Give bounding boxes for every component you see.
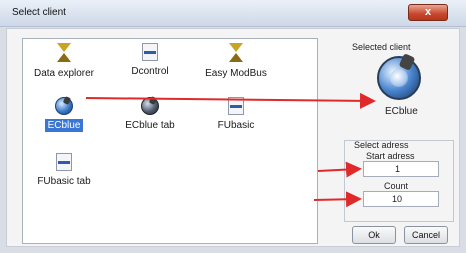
sandclock-icon [55,43,73,63]
panel-icon [56,153,72,171]
sandclock-icon [227,43,245,63]
client-label: Easy ModBus [205,68,267,79]
selected-client-heading: Selected client [352,42,411,52]
title-bar[interactable]: Select client x [0,0,466,27]
client-item-data-explorer[interactable]: Data explorer [21,43,107,80]
panel-icon [228,97,244,115]
dialog-title: Select client [12,7,66,18]
ecblue-tab-icon [141,96,159,115]
ok-button[interactable]: Ok [352,226,396,244]
client-label-selected: ECblue [44,119,84,132]
close-button[interactable]: x [408,4,448,21]
client-item-fubasic[interactable]: FUbasic [193,97,279,132]
start-adress-input[interactable]: 1 [363,161,439,177]
client-label: Dcontrol [131,66,169,77]
client-label: ECblue tab [125,120,175,131]
count-input[interactable]: 10 [363,191,439,207]
cancel-button[interactable]: Cancel [404,226,448,244]
client-item-ecblue[interactable]: ECblue [21,96,107,132]
ecblue-icon [55,96,73,115]
client-item-fubasic-tab[interactable]: FUbasic tab [21,153,107,188]
ecblue-large-icon [377,53,421,100]
client-label: FUbasic [217,120,255,131]
select-client-dialog: Select client x Data explorer Dcontrol E… [0,0,466,253]
client-label: Data explorer [33,68,95,79]
client-list[interactable]: Data explorer Dcontrol Easy ModBus ECblu… [22,38,318,244]
select-adress-heading: Select adress [354,140,409,150]
client-item-dcontrol[interactable]: Dcontrol [107,43,193,78]
panel-icon [142,43,158,61]
start-adress-label: Start adress [366,151,415,161]
client-item-ecblue-tab[interactable]: ECblue tab [107,96,193,132]
count-label: Count [384,181,409,191]
client-label: FUbasic tab [37,176,91,187]
client-item-easy-modbus[interactable]: Easy ModBus [193,43,279,80]
selected-client-name: ECblue [385,106,418,117]
